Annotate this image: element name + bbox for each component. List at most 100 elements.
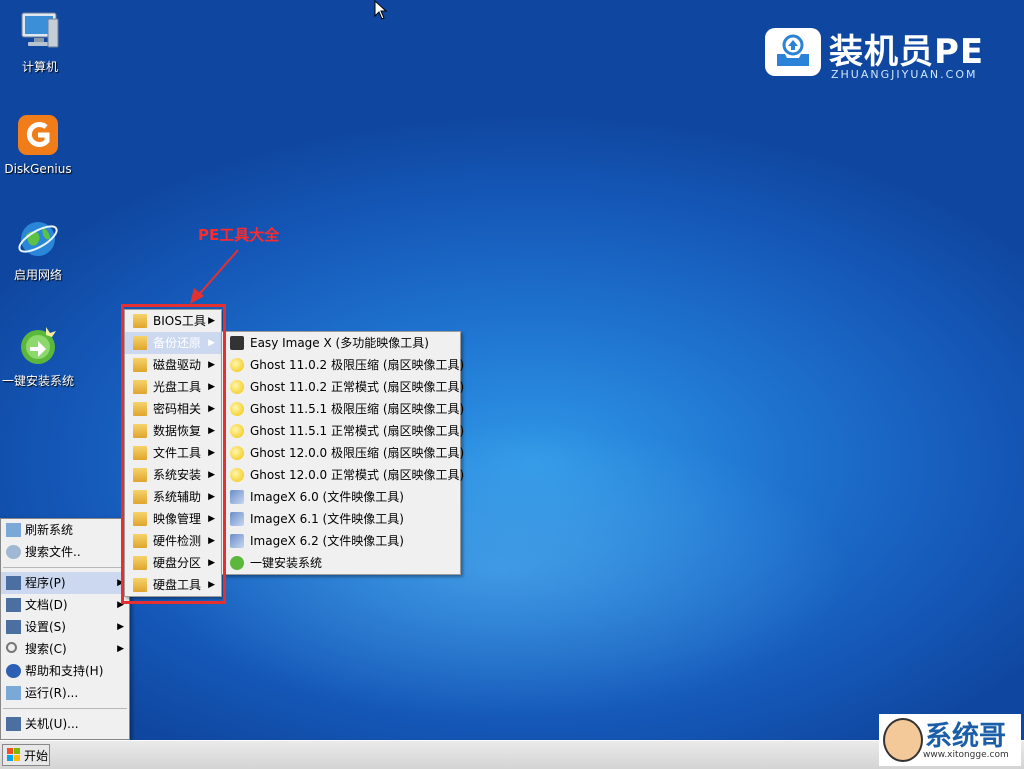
folder-icon — [133, 468, 147, 482]
computer-icon — [17, 8, 63, 54]
start-menu-item-refresh[interactable]: 刷新系统 — [1, 519, 129, 541]
submenu-arrow-icon: ▶ — [208, 448, 215, 458]
submenu-arrow-icon: ▶ — [208, 360, 215, 370]
taskbar: 开始 — [0, 740, 1024, 769]
submenu-item[interactable]: 一键安装系统 — [222, 552, 460, 574]
imagex-icon — [230, 490, 244, 504]
desktop-icon-diskgenius[interactable]: DiskGenius — [0, 112, 78, 176]
start-menu-item-search-file[interactable]: 搜索文件.. — [1, 541, 129, 563]
submenu-item[interactable]: Ghost 12.0.0 正常模式 (扇区映像工具) — [222, 464, 464, 486]
programs-menu: BIOS工具 ▶ 备份还原 ▶ 磁盘驱动 ▶ 光盘工具 ▶ 密码相关 ▶ 数据恢复 ▶ 文件… — [124, 309, 222, 597]
start-menu: 刷新系统 搜索文件.. 程序(P) ▶ 文档(D) ▶ 设置(S) ▶ 搜索(C) ▶ … — [0, 518, 130, 740]
start-menu-item-programs[interactable]: 程序(P) ▶ — [1, 572, 129, 594]
separator — [3, 567, 127, 568]
start-menu-item-shutdown[interactable]: 关机(U)... — [1, 713, 129, 735]
programs-menu-item[interactable]: 系统安装 ▶ — [125, 464, 221, 486]
submenu-arrow-icon: ▶ — [117, 600, 124, 610]
folder-icon — [133, 446, 147, 460]
submenu-item[interactable]: Easy Image X (多功能映像工具) — [222, 332, 460, 354]
help-icon — [6, 664, 21, 678]
documents-icon — [6, 598, 21, 612]
easy-image-icon — [230, 336, 244, 350]
submenu-arrow-icon: ▶ — [208, 382, 215, 392]
run-icon — [6, 686, 21, 700]
folder-icon — [133, 556, 147, 570]
submenu-arrow-icon: ▶ — [117, 622, 124, 632]
settings-icon — [6, 620, 21, 634]
start-menu-item-documents[interactable]: 文档(D) ▶ — [1, 594, 129, 616]
desktop-icon-label: 一键安装系统 — [1, 374, 74, 388]
programs-menu-item[interactable]: 硬盘工具 ▶ — [125, 574, 221, 596]
mouse-cursor-icon — [374, 0, 388, 20]
separator — [3, 708, 127, 709]
submenu-arrow-icon: ▶ — [208, 514, 215, 524]
backup-restore-submenu: Easy Image X (多功能映像工具) Ghost 11.0.2 极限压缩… — [221, 331, 464, 575]
ghost-icon — [230, 468, 244, 482]
submenu-item[interactable]: Ghost 11.5.1 正常模式 (扇区映像工具) — [222, 420, 464, 442]
submenu-item[interactable]: Ghost 11.0.2 正常模式 (扇区映像工具) — [222, 376, 464, 398]
submenu-arrow-icon: ▶ — [208, 492, 215, 502]
start-menu-item-settings[interactable]: 设置(S) ▶ — [1, 616, 129, 638]
logo-title: 装机员PE — [829, 32, 985, 72]
folder-icon — [133, 424, 147, 438]
desktop-icon-label: 启用网络 — [13, 268, 62, 282]
programs-menu-item[interactable]: 数据恢复 ▶ — [125, 420, 221, 442]
ghost-icon — [230, 402, 244, 416]
ghost-icon — [230, 446, 244, 460]
programs-menu-item[interactable]: 系统辅助 ▶ — [125, 486, 221, 508]
submenu-item[interactable]: ImageX 6.1 (文件映像工具) — [222, 508, 460, 530]
submenu-item[interactable]: ImageX 6.2 (文件映像工具) — [222, 530, 460, 552]
folder-icon — [133, 512, 147, 526]
folder-icon — [133, 314, 147, 328]
submenu-item[interactable]: Ghost 12.0.0 极限压缩 (扇区映像工具) — [222, 442, 464, 464]
programs-menu-item[interactable]: 硬件检测 ▶ — [125, 530, 221, 552]
programs-menu-item[interactable]: BIOS工具 ▶ — [125, 310, 221, 332]
start-button-label: 开始 — [24, 748, 49, 763]
programs-menu-item[interactable]: 文件工具 ▶ — [125, 442, 221, 464]
start-menu-item-search[interactable]: 搜索(C) ▶ — [1, 638, 129, 660]
imagex-icon — [230, 512, 244, 526]
folder-icon — [133, 534, 147, 548]
annotation-arrow-icon — [190, 249, 239, 304]
desktop-icon-label: DiskGenius — [4, 162, 72, 176]
search-file-icon — [6, 545, 21, 559]
watermark: 系统哥 www.xitongge.com — [879, 714, 1021, 766]
submenu-item[interactable]: Ghost 11.0.2 极限压缩 (扇区映像工具) — [222, 354, 464, 376]
submenu-arrow-icon: ▶ — [117, 644, 124, 654]
desktop-icon-install[interactable]: 一键安装系统 — [0, 322, 78, 389]
submenu-item[interactable]: ImageX 6.0 (文件映像工具) — [222, 486, 460, 508]
watermark-brand: 系统哥 — [925, 721, 1006, 752]
submenu-arrow-icon: ▶ — [208, 470, 215, 480]
search-icon — [6, 642, 17, 653]
windows-logo-icon — [7, 748, 20, 761]
watermark-url: www.xitongge.com — [923, 750, 1009, 760]
programs-menu-item-active[interactable]: 备份还原 ▶ — [125, 332, 221, 354]
submenu-arrow-icon: ▶ — [208, 426, 215, 436]
start-menu-item-help[interactable]: 帮助和支持(H) — [1, 660, 129, 682]
start-button[interactable]: 开始 — [2, 744, 50, 766]
submenu-arrow-icon: ▶ — [208, 580, 215, 590]
programs-menu-item[interactable]: 映像管理 ▶ — [125, 508, 221, 530]
submenu-arrow-icon: ▶ — [208, 558, 215, 568]
diskgenius-icon — [15, 112, 61, 158]
install-system-icon — [230, 556, 244, 570]
programs-menu-item[interactable]: 光盘工具 ▶ — [125, 376, 221, 398]
shutdown-icon — [6, 717, 21, 731]
brand-logo: 装机员PE ZHUANGJIYUAN.COM — [765, 28, 1010, 88]
submenu-arrow-icon: ▶ — [208, 536, 215, 546]
install-system-icon — [15, 322, 61, 368]
programs-menu-item[interactable]: 密码相关 ▶ — [125, 398, 221, 420]
start-menu-item-run[interactable]: 运行(R)... — [1, 682, 129, 704]
programs-menu-item[interactable]: 磁盘驱动 ▶ — [125, 354, 221, 376]
ghost-icon — [230, 424, 244, 438]
submenu-item[interactable]: Ghost 11.5.1 极限压缩 (扇区映像工具) — [222, 398, 464, 420]
submenu-arrow-icon: ▶ — [208, 338, 215, 348]
folder-icon — [133, 380, 147, 394]
submenu-arrow-icon: ▶ — [208, 404, 215, 414]
programs-menu-item[interactable]: 硬盘分区 ▶ — [125, 552, 221, 574]
desktop-icon-computer[interactable]: 计算机 — [0, 8, 80, 75]
desktop-icon-network[interactable]: 启用网络 — [0, 216, 78, 283]
desktop-icon-label: 计算机 — [21, 60, 58, 74]
refresh-icon — [6, 523, 21, 537]
logo-subtitle: ZHUANGJIYUAN.COM — [831, 68, 978, 81]
